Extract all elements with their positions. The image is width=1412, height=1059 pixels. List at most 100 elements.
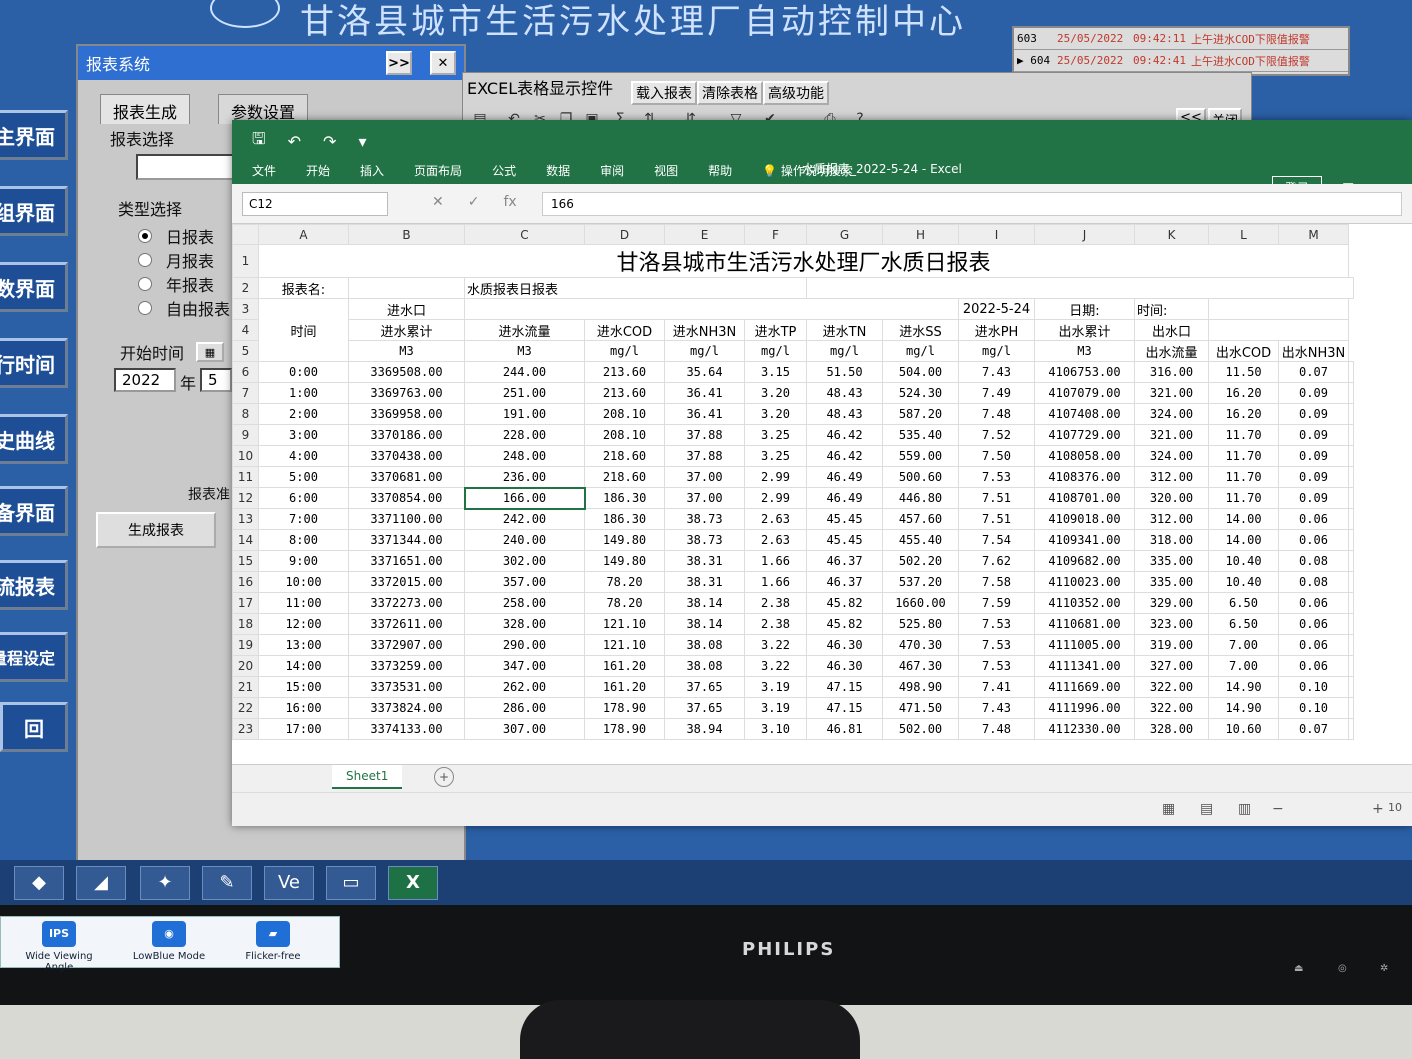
- table-cell[interactable]: [1348, 361, 1354, 383]
- table-cell[interactable]: 10:00: [258, 571, 349, 593]
- unit-cell[interactable]: mg/l: [744, 340, 807, 362]
- table-cell[interactable]: 7.58: [958, 571, 1035, 593]
- table-cell[interactable]: 37.00: [664, 466, 745, 488]
- table-cell[interactable]: 14.00: [1208, 529, 1279, 551]
- table-cell[interactable]: 1660.00: [882, 592, 959, 614]
- unit-cell[interactable]: M3: [1034, 340, 1135, 362]
- table-cell[interactable]: 7.43: [958, 697, 1035, 719]
- calendar-icon[interactable]: ▦: [196, 342, 224, 362]
- table-cell[interactable]: 3.25: [744, 445, 807, 467]
- table-cell[interactable]: 228.00: [464, 424, 585, 446]
- table-cell[interactable]: 121.10: [584, 613, 665, 635]
- table-cell[interactable]: 470.30: [882, 634, 959, 656]
- table-cell[interactable]: 11.70: [1208, 424, 1279, 446]
- formula-input[interactable]: 166: [542, 192, 1402, 216]
- table-cell[interactable]: 504.00: [882, 361, 959, 383]
- table-cell[interactable]: 11.50: [1208, 361, 1279, 383]
- table-cell[interactable]: 46.49: [806, 466, 883, 488]
- table-cell[interactable]: 3371344.00: [348, 529, 465, 551]
- row-header[interactable]: 20: [232, 655, 259, 677]
- table-cell[interactable]: 307.00: [464, 718, 585, 740]
- row-header[interactable]: 21: [232, 676, 259, 698]
- table-cell[interactable]: 7.51: [958, 508, 1035, 530]
- row-header[interactable]: 1: [232, 244, 259, 278]
- table-cell[interactable]: 161.20: [584, 676, 665, 698]
- table-cell[interactable]: 498.90: [882, 676, 959, 698]
- radio-yearly[interactable]: 年报表: [138, 272, 214, 296]
- table-cell[interactable]: 587.20: [882, 403, 959, 425]
- table-cell[interactable]: 213.60: [584, 382, 665, 404]
- table-cell[interactable]: 537.20: [882, 571, 959, 593]
- table-cell[interactable]: 4109018.00: [1034, 508, 1135, 530]
- nav-data[interactable]: 数界面: [0, 262, 68, 312]
- table-cell[interactable]: 3372611.00: [348, 613, 465, 635]
- table-cell[interactable]: 2.38: [744, 613, 807, 635]
- table-cell[interactable]: 7.49: [958, 382, 1035, 404]
- table-cell[interactable]: 321.00: [1134, 382, 1209, 404]
- table-cell[interactable]: 149.80: [584, 529, 665, 551]
- col-header[interactable]: I: [958, 224, 1035, 245]
- table-cell[interactable]: 0.09: [1278, 466, 1349, 488]
- table-cell[interactable]: [1348, 445, 1354, 467]
- table-cell[interactable]: 2.63: [744, 508, 807, 530]
- time-label-cell[interactable]: 时间:: [1134, 298, 1209, 320]
- table-cell[interactable]: 3372907.00: [348, 634, 465, 656]
- load-report-button[interactable]: 载入报表: [631, 81, 697, 105]
- table-cell[interactable]: 502.20: [882, 550, 959, 572]
- table-cell[interactable]: 0.07: [1278, 718, 1349, 740]
- table-cell[interactable]: 3.22: [744, 655, 807, 677]
- table-cell[interactable]: 12:00: [258, 613, 349, 635]
- table-cell[interactable]: 7.41: [958, 676, 1035, 698]
- undo-icon[interactable]: ↶: [288, 132, 301, 151]
- expand-button[interactable]: >>: [386, 51, 412, 75]
- header-cell[interactable]: 出水累计: [1034, 319, 1135, 341]
- table-cell[interactable]: 218.60: [584, 466, 665, 488]
- zoom-out-icon[interactable]: −: [1272, 801, 1284, 817]
- table-cell[interactable]: 51.50: [806, 361, 883, 383]
- table-cell[interactable]: 48.43: [806, 382, 883, 404]
- table-cell[interactable]: 7.53: [958, 655, 1035, 677]
- nav-equipment[interactable]: 备界面: [0, 486, 68, 536]
- table-cell[interactable]: [1348, 487, 1354, 509]
- table-cell[interactable]: 3.25: [744, 424, 807, 446]
- table-cell[interactable]: [1348, 718, 1354, 740]
- table-cell[interactable]: 166.00: [463, 486, 586, 510]
- header-cell[interactable]: 进水TP: [744, 319, 807, 341]
- table-cell[interactable]: 316.00: [1134, 361, 1209, 383]
- table-cell[interactable]: 7:00: [258, 508, 349, 530]
- table-cell[interactable]: 467.30: [882, 655, 959, 677]
- table-cell[interactable]: 321.00: [1134, 424, 1209, 446]
- table-cell[interactable]: 3372015.00: [348, 571, 465, 593]
- table-cell[interactable]: 3373824.00: [348, 697, 465, 719]
- table-cell[interactable]: 7.50: [958, 445, 1035, 467]
- table-cell[interactable]: 4111005.00: [1034, 634, 1135, 656]
- header-cell[interactable]: 出水NH3N: [1278, 340, 1349, 362]
- table-cell[interactable]: 10.40: [1208, 550, 1279, 572]
- table-cell[interactable]: 16.20: [1208, 403, 1279, 425]
- nav-main[interactable]: 主界面: [0, 110, 68, 160]
- zoom-level[interactable]: 10: [1388, 801, 1402, 814]
- table-cell[interactable]: 3.20: [744, 382, 807, 404]
- taskbar-app-icon[interactable]: ◆: [14, 866, 64, 900]
- table-cell[interactable]: 36.41: [664, 403, 745, 425]
- row-header[interactable]: 19: [232, 634, 259, 656]
- table-cell[interactable]: 78.20: [584, 571, 665, 593]
- row-header[interactable]: 10: [232, 445, 259, 467]
- table-cell[interactable]: 16.20: [1208, 382, 1279, 404]
- table-cell[interactable]: 262.00: [464, 676, 585, 698]
- table-cell[interactable]: 218.60: [584, 445, 665, 467]
- advanced-button[interactable]: 高级功能: [763, 81, 829, 105]
- radio-custom[interactable]: 自由报表: [138, 296, 230, 320]
- table-cell[interactable]: 38.73: [664, 529, 745, 551]
- table-cell[interactable]: 11:00: [258, 592, 349, 614]
- table-cell[interactable]: 3.19: [744, 676, 807, 698]
- table-cell[interactable]: 0.06: [1278, 529, 1349, 551]
- table-cell[interactable]: 0.06: [1278, 613, 1349, 635]
- table-cell[interactable]: [1348, 655, 1354, 677]
- taskbar-edit-icon[interactable]: ✎: [202, 866, 252, 900]
- header-cell[interactable]: 出水COD: [1208, 340, 1279, 362]
- table-cell[interactable]: 3371100.00: [348, 508, 465, 530]
- table-cell[interactable]: 46.37: [806, 550, 883, 572]
- nav-history-curve[interactable]: 史曲线: [0, 414, 68, 464]
- table-cell[interactable]: 46.42: [806, 424, 883, 446]
